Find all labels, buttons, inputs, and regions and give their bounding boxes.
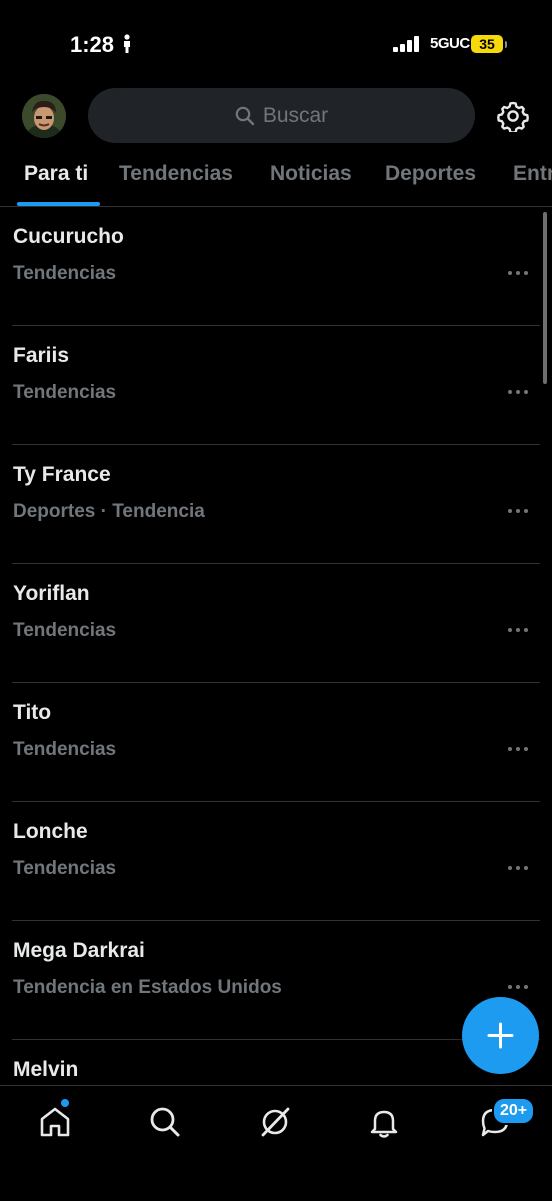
- status-time: 1:28: [70, 32, 115, 57]
- trend-title: Yoriflan: [13, 582, 90, 605]
- more-options-icon[interactable]: [506, 858, 530, 878]
- trend-title: Cucurucho: [13, 225, 124, 248]
- trend-meta: Tendencias: [13, 739, 117, 760]
- more-options-icon[interactable]: [506, 382, 530, 402]
- trend-item[interactable]: Ty France Deportes · Tendencia: [0, 445, 552, 564]
- trend-meta: Tendencias: [13, 620, 117, 641]
- home-icon[interactable]: [35, 1102, 75, 1142]
- trends-list: Cucurucho Tendencias Fariis Tendencias T…: [0, 207, 552, 1085]
- trend-meta: Tendencias: [13, 263, 117, 284]
- trend-title: Ty France: [13, 463, 111, 486]
- bell-icon[interactable]: [364, 1102, 404, 1142]
- trend-meta: Tendencia en Estados Unidos: [13, 977, 282, 998]
- settings-gear-icon[interactable]: [497, 100, 529, 132]
- battery-indicator: 35: [471, 35, 503, 53]
- trend-item[interactable]: Yoriflan Tendencias: [0, 564, 552, 683]
- trend-meta: Tendencias: [13, 382, 117, 403]
- network-label: 5GUC: [430, 35, 470, 52]
- more-options-icon[interactable]: [506, 620, 530, 640]
- trend-title: Mega Darkrai: [13, 939, 145, 962]
- tab-entretenimiento[interactable]: Entr: [513, 162, 552, 186]
- trend-item[interactable]: Tito Tendencias: [0, 683, 552, 802]
- profile-avatar[interactable]: [22, 94, 66, 138]
- tab-tendencias[interactable]: Tendencias: [119, 162, 233, 186]
- tab-noticias[interactable]: Noticias: [270, 162, 352, 186]
- compose-post-button[interactable]: [462, 997, 539, 1074]
- search-icon[interactable]: [145, 1102, 185, 1142]
- plus-icon: [487, 1022, 514, 1049]
- scrollbar[interactable]: [543, 212, 547, 384]
- home-notification-dot: [61, 1099, 69, 1107]
- trend-item[interactable]: Lonche Tendencias: [0, 802, 552, 921]
- more-options-icon[interactable]: [506, 263, 530, 283]
- signal-icon: [393, 36, 419, 52]
- trend-meta: Tendencias: [13, 858, 117, 879]
- tab-para-ti[interactable]: Para ti: [24, 162, 88, 186]
- trend-meta: Deportes · Tendencia: [13, 501, 205, 522]
- explore-tabs: Para ti Tendencias Noticias Deportes Ent…: [0, 150, 552, 206]
- avatar-image: [22, 94, 66, 138]
- trend-item[interactable]: Fariis Tendencias: [0, 326, 552, 445]
- messages-badge: 20+: [492, 1097, 536, 1125]
- trend-title: Tito: [13, 701, 52, 724]
- search-placeholder: Buscar: [262, 103, 329, 127]
- search-bar[interactable]: Buscar: [88, 88, 475, 143]
- search-icon: [235, 106, 255, 125]
- battery-tip: [505, 41, 507, 48]
- trend-item[interactable]: Cucurucho Tendencias: [0, 207, 552, 326]
- trend-title: Melvin: [13, 1058, 79, 1081]
- more-options-icon[interactable]: [506, 739, 530, 759]
- grok-icon[interactable]: [255, 1102, 295, 1142]
- trend-title: Fariis: [13, 344, 70, 367]
- trend-title: Lonche: [13, 820, 88, 843]
- more-options-icon[interactable]: [506, 977, 530, 997]
- status-bar: 1:28 5GUC 35: [0, 0, 552, 88]
- person-icon: [124, 34, 130, 53]
- more-options-icon[interactable]: [506, 501, 530, 521]
- tab-deportes[interactable]: Deportes: [385, 162, 476, 186]
- bottom-nav: [0, 1085, 552, 1201]
